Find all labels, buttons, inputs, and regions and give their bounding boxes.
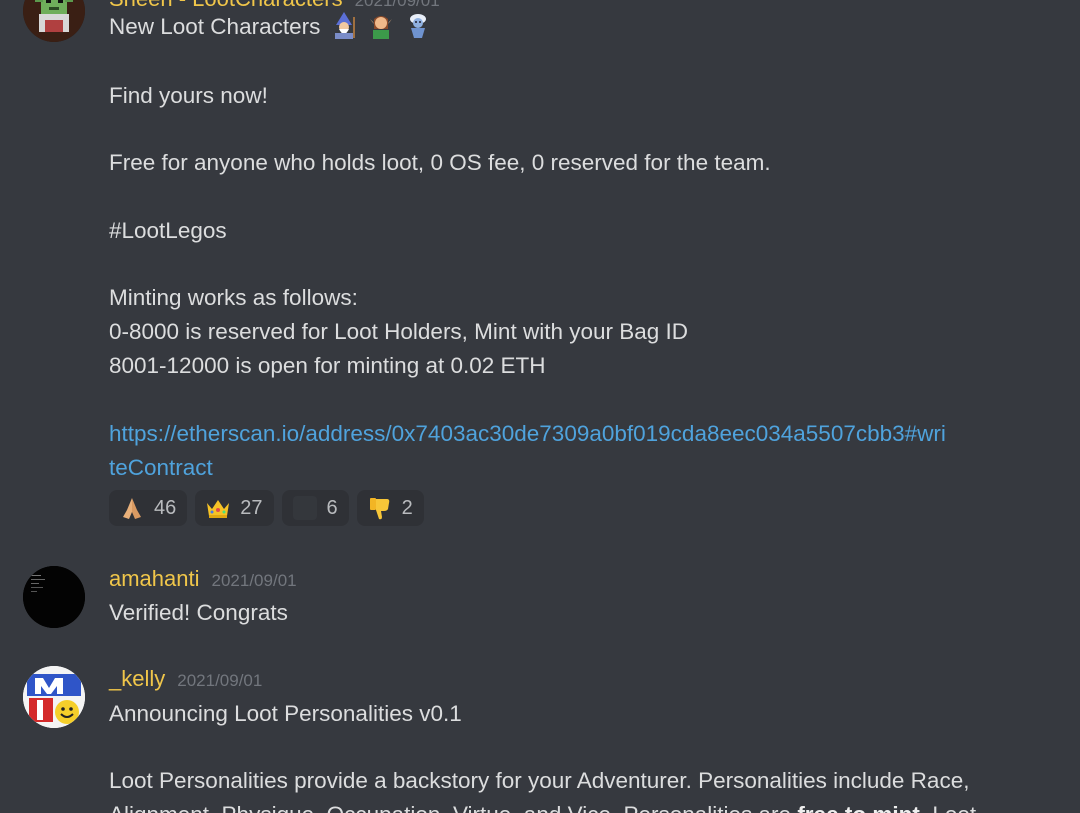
message-line: New Loot Characters (109, 10, 432, 44)
message-line: Announcing Loot Personalities v0.1 (109, 701, 462, 726)
avatar[interactable] (23, 666, 85, 728)
message-title: New Loot Characters (109, 14, 321, 39)
thumbs-down-emoji-icon (367, 495, 393, 521)
message-line: Free for anyone who holds loot, 0 OS fee… (109, 150, 771, 175)
reaction-count: 2 (401, 496, 413, 519)
reaction-count: 46 (154, 496, 177, 519)
etherscan-link[interactable]: https://etherscan.io/address/0x7403ac30d… (109, 417, 946, 451)
message-line: Verified! Congrats (109, 600, 288, 625)
message-line: 0-8000 is reserved for Loot Holders, Min… (109, 319, 689, 344)
message-header: amahanti 2021/09/01 (109, 566, 297, 592)
avatar[interactable] (23, 0, 85, 42)
timestamp: 2021/09/01 (177, 671, 263, 690)
reactions-bar: 46 27 6 2 (109, 490, 424, 526)
bold-text: free to mint (797, 802, 920, 813)
message-text: . Loot (920, 802, 976, 813)
message-line: Loot Personalities provide a backstory f… (109, 768, 970, 793)
username[interactable]: amahanti (109, 566, 200, 592)
folded-hands-emoji-icon (119, 495, 145, 521)
elf-emoji-icon (367, 11, 395, 39)
avatar[interactable] (23, 566, 85, 628)
message-header: _kelly 2021/09/01 (109, 666, 262, 692)
username[interactable]: _kelly (109, 666, 165, 692)
goblin-avatar-icon (23, 0, 85, 42)
timestamp: 2021/09/01 (211, 571, 297, 590)
etherscan-link-continued[interactable]: teContract (109, 451, 213, 485)
message-line: Minting works as follows: (109, 285, 358, 310)
message-line: 8001-12000 is open for minting at 0.02 E… (109, 353, 546, 378)
reaction-folded-hands[interactable]: 46 (109, 490, 188, 526)
chat-messages: Sheen - LootCharacters 2021/09/01 New Lo… (0, 0, 1080, 813)
message-line: Find yours now! (109, 83, 268, 108)
reaction-count: 27 (240, 496, 263, 519)
custom-dark-emoji-icon (292, 495, 318, 521)
reaction-crown[interactable]: 27 (195, 490, 274, 526)
reaction-thumbs-down[interactable]: 2 (356, 490, 424, 526)
colorful-m-avatar-icon (23, 666, 85, 728)
terminal-avatar-icon (23, 566, 85, 628)
message-text: Alignment, Physique, Occupation, Virtue,… (109, 802, 797, 813)
message-line: #LootLegos (109, 218, 227, 243)
reaction-custom[interactable]: 6 (281, 490, 349, 526)
reaction-count: 6 (326, 496, 338, 519)
wizard-emoji-icon (330, 11, 358, 39)
genie-emoji-icon (404, 11, 432, 39)
message-sheen: Sheen - LootCharacters 2021/09/01 New Lo… (0, 0, 1080, 540)
crown-emoji-icon (205, 495, 231, 521)
message-line: Alignment, Physique, Occupation, Virtue,… (109, 798, 976, 813)
